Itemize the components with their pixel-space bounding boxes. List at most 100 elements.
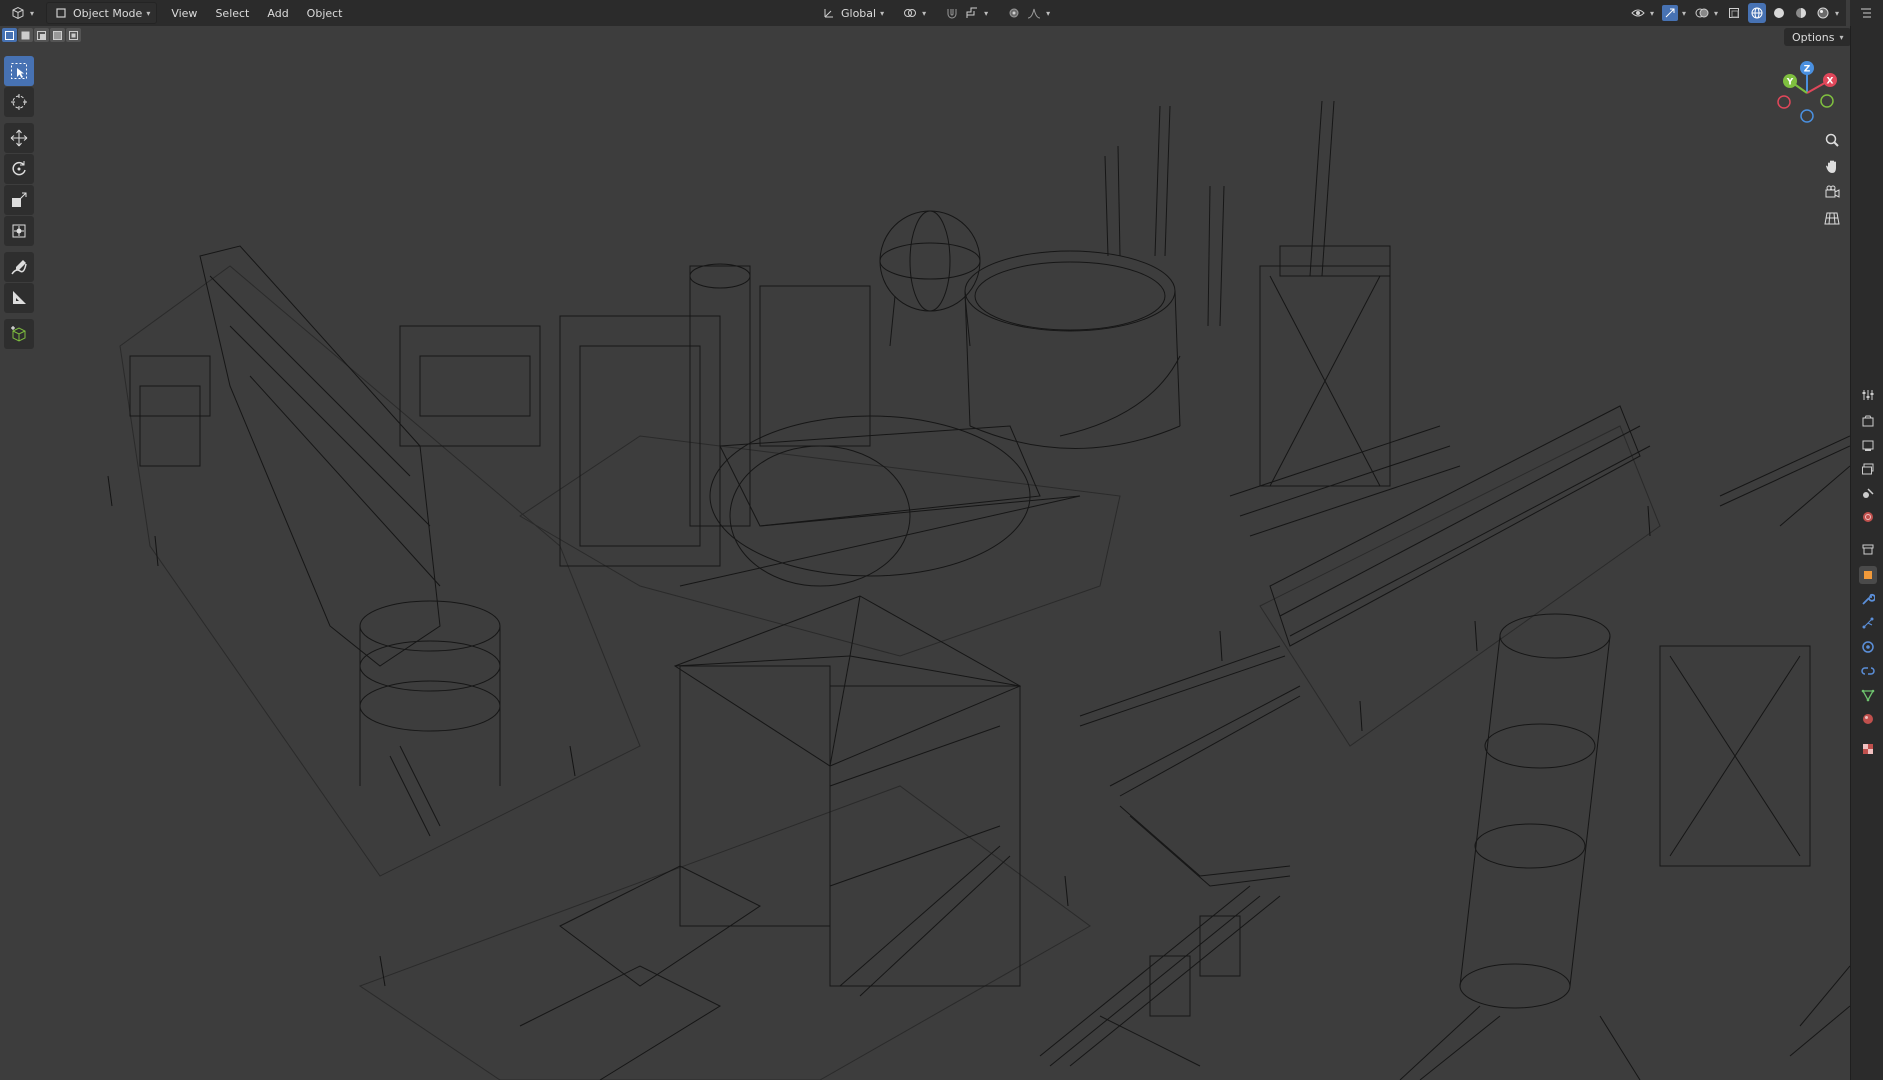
annotate-icon	[11, 260, 27, 275]
chevron-down-icon: ▾	[1046, 8, 1051, 18]
viewport-display-tools: ▾ ▾ ▾ ▾	[1628, 3, 1840, 23]
menu-object[interactable]: Object	[299, 3, 351, 23]
transform-tool[interactable]	[4, 216, 34, 246]
collection-icon	[1862, 544, 1874, 555]
constraints-tab[interactable]	[1859, 662, 1877, 680]
chevron-down-icon: ▾	[1839, 32, 1844, 42]
select-box-tool[interactable]	[4, 56, 34, 86]
3d-viewport-icon	[10, 5, 26, 21]
shading-solid-button[interactable]	[1770, 3, 1788, 23]
chevron-down-icon: ▾	[30, 8, 35, 18]
menu-add[interactable]: Add	[259, 3, 296, 23]
physics-tab[interactable]	[1859, 638, 1877, 656]
wireframe-scene	[107, 100, 1850, 1080]
gizmo-toggle[interactable]: ▾	[1660, 3, 1688, 23]
tool-settings-icon	[1862, 390, 1874, 400]
transform-orientation-dropdown[interactable]: Global ▾	[815, 3, 890, 23]
wireframe-shading-icon	[1749, 5, 1765, 21]
data-tab[interactable]	[1859, 686, 1877, 704]
outliner-icon[interactable]	[1858, 5, 1874, 21]
material-tab[interactable]	[1859, 710, 1877, 728]
transform-icon	[12, 224, 26, 238]
cursor-icon	[11, 94, 27, 110]
zoom-button[interactable]	[1820, 128, 1844, 152]
select-subtract-icon[interactable]	[34, 28, 49, 42]
pan-button[interactable]	[1820, 154, 1844, 178]
snap-toggle[interactable]: ▾	[938, 3, 994, 23]
shading-wireframe-button[interactable]	[1747, 3, 1766, 23]
proportional-editing-toggle[interactable]: ▾	[1000, 3, 1056, 23]
rotate-icon	[12, 161, 26, 176]
editor-type-button[interactable]: ▾	[4, 3, 40, 23]
object-icon	[1864, 571, 1872, 579]
mode-label: Object Mode	[73, 6, 143, 20]
select-box-icon	[11, 63, 27, 79]
properties-header	[1850, 0, 1883, 26]
neg-y-axis-handle	[1820, 94, 1834, 108]
view-layer-tab[interactable]	[1859, 460, 1877, 478]
texture-icon	[1863, 744, 1873, 754]
overlays-toggle[interactable]: ▾	[1692, 3, 1720, 23]
collection-tab[interactable]	[1859, 540, 1877, 558]
hand-icon	[1826, 160, 1836, 173]
neg-x-axis-handle	[1777, 95, 1791, 109]
shading-rendered-button[interactable]: ▾	[1814, 3, 1840, 23]
measure-tool[interactable]	[4, 283, 34, 313]
menu-select[interactable]: Select	[207, 3, 257, 23]
chevron-down-icon: ▾	[1834, 8, 1839, 18]
render-icon	[1862, 415, 1874, 427]
move-tool[interactable]	[4, 123, 34, 153]
xray-toggle[interactable]	[1724, 3, 1744, 23]
chevron-down-icon: ▾	[922, 8, 927, 18]
strip-spacer	[1851, 62, 1883, 362]
annotate-tool[interactable]	[4, 252, 34, 282]
scale-tool[interactable]	[4, 185, 34, 215]
y-axis-label: Y	[1786, 78, 1794, 88]
select-invert-icon[interactable]	[50, 28, 65, 42]
select-new-icon[interactable]	[2, 28, 17, 42]
tool-tab[interactable]	[1859, 386, 1877, 404]
viewport-header: ▾ Object Mode ▾ View Select Add Object G…	[0, 0, 1846, 26]
add-cube-icon	[11, 326, 26, 342]
move-icon	[10, 129, 28, 147]
neg-z-axis-handle	[1800, 109, 1814, 123]
output-tab[interactable]	[1859, 436, 1877, 454]
proportional-editing-icon	[1006, 5, 1022, 21]
constraints-icon	[1861, 667, 1875, 675]
measure-icon	[13, 291, 26, 304]
particles-tab[interactable]	[1859, 614, 1877, 632]
tool-shelf	[4, 56, 36, 350]
rotate-tool[interactable]	[4, 154, 34, 184]
properties-tab-strip	[1850, 26, 1883, 1080]
shading-material-button[interactable]	[1792, 3, 1810, 23]
add-cube-tool[interactable]	[4, 319, 34, 349]
blender-window: ▾ Object Mode ▾ View Select Add Object G…	[0, 0, 1883, 1080]
menu-view[interactable]: View	[163, 3, 205, 23]
mode-selector[interactable]: Object Mode ▾	[46, 2, 158, 24]
3d-viewport[interactable]	[0, 26, 1850, 1080]
render-tab[interactable]	[1859, 412, 1877, 430]
cursor-tool[interactable]	[4, 87, 34, 117]
navigation-gizmo[interactable]: Z X Y	[1770, 56, 1844, 130]
options-label: Options	[1792, 30, 1835, 44]
select-extend-icon[interactable]	[18, 28, 33, 42]
select-intersect-icon[interactable]	[66, 28, 81, 42]
object-mode-icon	[53, 5, 69, 21]
grid-perspective-icon	[1824, 212, 1840, 225]
texture-tab[interactable]	[1859, 740, 1877, 758]
object-tab[interactable]	[1859, 566, 1877, 584]
world-icon	[1863, 512, 1873, 522]
object-visibility-dropdown[interactable]: ▾	[1628, 3, 1656, 23]
perspective-toggle-button[interactable]	[1820, 206, 1844, 230]
xray-icon	[1726, 5, 1742, 21]
camera-view-button[interactable]	[1820, 180, 1844, 204]
header-menu: View Select Add Object	[163, 3, 350, 23]
scene-tab[interactable]	[1859, 484, 1877, 502]
pivot-point-dropdown[interactable]: ▾	[896, 3, 932, 23]
options-dropdown[interactable]: Options ▾	[1784, 28, 1852, 46]
material-preview-icon	[1793, 5, 1809, 21]
mesh-data-icon	[1861, 689, 1875, 702]
modifiers-tab[interactable]	[1859, 590, 1877, 608]
z-axis-label: Z	[1804, 65, 1811, 75]
world-tab[interactable]	[1859, 508, 1877, 526]
